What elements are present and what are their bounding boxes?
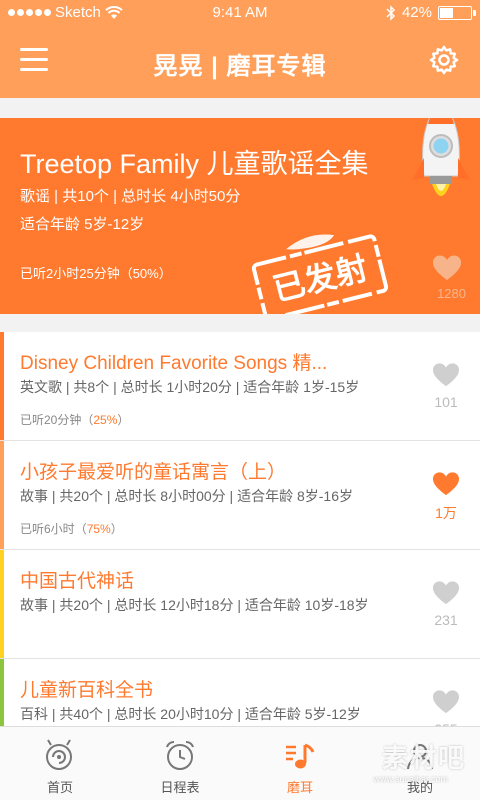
watermark-text: 素材吧 [381, 743, 466, 773]
gear-icon[interactable] [428, 44, 460, 76]
album-title: 儿童新百科全书 [20, 680, 154, 701]
album-meta: 百科 | 共40个 | 总时长 20小时10分 | 适合年龄 5岁-12岁 [20, 706, 361, 722]
album-progress-percent: 25% [93, 413, 118, 427]
heart-icon[interactable] [432, 362, 460, 388]
heart-icon[interactable] [432, 689, 460, 715]
launched-stamp: 已发射 [251, 234, 389, 314]
battery-icon [438, 5, 476, 20]
home-snail-icon [46, 739, 72, 770]
rocket-icon [412, 118, 470, 196]
featured-title: Treetop Family 儿童歌谣全集 [20, 149, 369, 179]
heart-icon[interactable] [432, 254, 462, 282]
battery-percent: 42% [401, 4, 432, 21]
featured-likes: 1280 [437, 286, 466, 301]
album-meta: 英文歌 | 共8个 | 总时长 1小时20分 | 适合年龄 1岁-15岁 [20, 379, 360, 395]
album-progress: 已听20分钟（25%） [20, 413, 130, 427]
album-meta: 故事 | 共20个 | 总时长 12小时18分 | 适合年龄 10岁-18岁 [20, 597, 369, 613]
featured-progress: 已听2小时25分钟（50%） [20, 266, 172, 281]
music-note-icon [286, 743, 315, 769]
album-title: 中国古代神话 [20, 571, 135, 592]
tab-moer-label: 磨耳 [286, 780, 313, 795]
album-progress-percent: 75% [86, 522, 111, 536]
tab-home-label: 首页 [46, 780, 73, 795]
alarm-clock-icon [166, 741, 194, 770]
watermark: 素材吧 www.sucaibar.com [346, 738, 466, 792]
album-item[interactable]: 小孩子最爱听的童话寓言（上） 故事 | 共20个 | 总时长 8小时00分 | … [0, 441, 480, 550]
album-meta: 故事 | 共20个 | 总时长 8小时00分 | 适合年龄 8岁-16岁 [20, 488, 353, 504]
album-likes: 1万 [435, 505, 457, 521]
heart-icon[interactable] [432, 580, 460, 606]
album-list: Disney Children Favorite Songs 精... 英文歌 … [0, 332, 480, 768]
tab-schedule-label: 日程表 [160, 780, 200, 795]
tab-home[interactable]: 首页 [0, 727, 120, 800]
featured-age: 适合年龄 5岁-12岁 [20, 216, 145, 233]
album-progress: 已听6小时（75%） [20, 522, 123, 536]
album-progress-text: 已听20分钟 [20, 413, 82, 427]
bluetooth-icon [386, 4, 396, 21]
album-progress-text: 已听6小时 [20, 522, 75, 536]
album-title: Disney Children Favorite Songs 精... [20, 353, 328, 374]
album-item[interactable]: 中国古代神话 故事 | 共20个 | 总时长 12小时18分 | 适合年龄 10… [0, 550, 480, 659]
tab-moer[interactable]: 磨耳 [240, 727, 360, 800]
album-accent-bar [0, 550, 4, 658]
status-bar: Sketch 9:41 AM 42% [0, 0, 480, 26]
featured-album-card[interactable]: Treetop Family 儿童歌谣全集 歌谣 | 共10个 | 总时长 4小… [0, 118, 480, 314]
album-likes: 231 [434, 612, 458, 628]
album-item[interactable]: Disney Children Favorite Songs 精... 英文歌 … [0, 332, 480, 441]
album-likes: 101 [434, 394, 458, 410]
page-title: 晃晃 | 磨耳专辑 [153, 53, 327, 80]
featured-meta: 歌谣 | 共10个 | 总时长 4小时50分 [20, 188, 241, 205]
nav-bar: 晃晃 | 磨耳专辑 [0, 26, 480, 98]
status-right: 42% [386, 4, 476, 21]
heart-icon[interactable] [432, 471, 460, 497]
album-accent-bar [0, 441, 4, 549]
album-title: 小孩子最爱听的童话寓言（上） [20, 462, 287, 483]
tab-schedule[interactable]: 日程表 [120, 727, 240, 800]
watermark-url: www.sucaibar.com [373, 774, 448, 784]
album-accent-bar [0, 332, 4, 440]
